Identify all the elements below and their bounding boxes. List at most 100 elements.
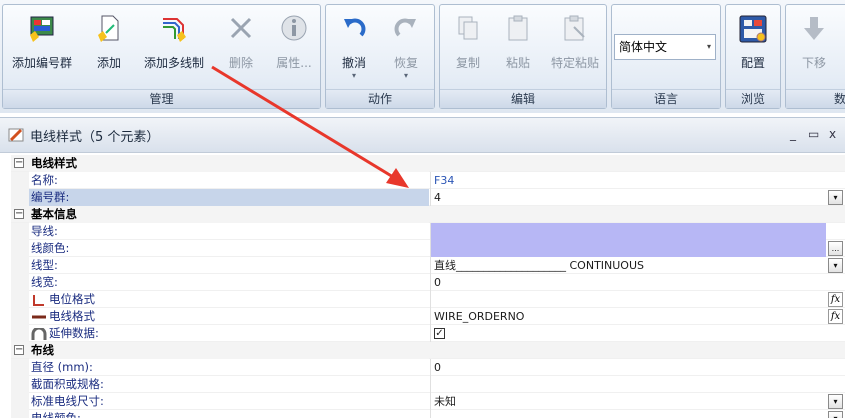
group-browse: 配置 浏览 xyxy=(725,4,781,109)
collapse-toggle-icon[interactable]: − xyxy=(14,345,24,355)
property-value[interactable] xyxy=(430,410,826,418)
arrow-down-icon xyxy=(797,13,831,47)
add-button[interactable]: 添加 xyxy=(87,9,131,79)
delete-button[interactable]: 删除 xyxy=(219,9,263,79)
group-manage-label: 管理 xyxy=(3,89,320,108)
property-value[interactable]: 4 xyxy=(430,189,826,206)
undo-button[interactable]: 撤消 ▾ xyxy=(332,9,376,81)
ribbon-toolbar: 添加编号群 添加 添加多线制 删除 属性... 管理 撤消 ▾ 恢复 ▾ 动作 … xyxy=(0,0,845,113)
property-row-wire-format[interactable]: 电线格式 WIRE_ORDERNO fx xyxy=(11,308,845,325)
property-row-cross-section[interactable]: 截面积或规格: xyxy=(11,376,845,393)
property-value[interactable]: WIRE_ORDERNO xyxy=(430,308,826,325)
property-label: 电位格式 xyxy=(49,292,95,306)
undo-label: 撤消 xyxy=(341,56,366,70)
extended-data-icon xyxy=(31,326,47,340)
config-label: 配置 xyxy=(740,56,765,70)
property-row-line-type[interactable]: 线型: 直线____________________ CONTINUOUS ▾ xyxy=(11,257,845,274)
dropdown-button[interactable]: ▾ xyxy=(828,190,843,205)
collapse-toggle-icon[interactable]: − xyxy=(14,158,24,168)
redo-button[interactable]: 恢复 ▾ xyxy=(384,9,428,81)
add-multi-wire-button[interactable]: 添加多线制 xyxy=(137,9,211,79)
formula-fx-button[interactable]: fx xyxy=(828,309,843,324)
delete-label: 删除 xyxy=(228,56,253,70)
dropdown-button[interactable]: ▾ xyxy=(828,258,843,273)
row-gutter xyxy=(11,172,29,189)
properties-label: 属性... xyxy=(276,56,312,70)
undo-icon xyxy=(337,13,371,47)
property-value[interactable] xyxy=(430,240,826,257)
language-select[interactable]: 简体中文 ▾ xyxy=(614,34,716,60)
properties-button[interactable]: 属性... xyxy=(269,9,319,79)
property-row-number-group[interactable]: 编号群: 4 ▾ xyxy=(11,189,845,206)
row-gutter xyxy=(11,291,29,308)
row-gutter xyxy=(11,376,29,393)
property-value[interactable] xyxy=(430,223,826,240)
property-row-diameter[interactable]: 直径 (mm): 0 xyxy=(11,359,845,376)
config-button[interactable]: 配置 xyxy=(730,9,776,79)
property-value[interactable]: 0 xyxy=(430,359,826,376)
property-row-wire-color-2[interactable]: 电线颜色: ▾ xyxy=(11,410,845,418)
property-value[interactable] xyxy=(430,376,826,393)
category-wire-style: − 电线样式 xyxy=(11,155,845,172)
paste-label: 粘贴 xyxy=(505,56,530,70)
property-label-with-icon: 延伸数据: xyxy=(29,325,429,342)
property-value[interactable]: 直线____________________ CONTINUOUS xyxy=(430,257,826,274)
paste-special-label: 特定粘贴 xyxy=(550,56,599,70)
group-action-label: 动作 xyxy=(326,89,434,108)
ellipsis-button[interactable]: ... xyxy=(828,241,843,256)
paste-icon xyxy=(501,13,535,47)
add-number-group-label: 添加编号群 xyxy=(11,56,72,70)
property-row-extended-data[interactable]: 延伸数据: ✓ xyxy=(11,325,845,342)
category-label: 基本信息 xyxy=(29,206,429,223)
collapse-toggle-icon[interactable]: − xyxy=(14,209,24,219)
language-select-value: 简体中文 xyxy=(619,40,668,54)
property-value[interactable] xyxy=(430,291,826,308)
property-value[interactable]: F34 xyxy=(430,172,826,189)
restore-button[interactable]: ▭ xyxy=(808,127,819,141)
row-gutter xyxy=(11,240,29,257)
row-gutter xyxy=(11,308,29,325)
property-row-wire-color[interactable]: 线颜色: ... xyxy=(11,240,845,257)
dropdown-button[interactable]: ▾ xyxy=(828,394,843,409)
property-row-conductor[interactable]: 导线: xyxy=(11,223,845,240)
property-label-with-icon: 电位格式 xyxy=(29,291,429,308)
extended-data-checkbox[interactable]: ✓ xyxy=(434,327,445,339)
copy-button[interactable]: 复制 xyxy=(446,9,490,79)
property-label: 线颜色: xyxy=(31,241,70,255)
row-gutter xyxy=(11,189,29,206)
paste-button[interactable]: 粘贴 xyxy=(496,9,540,79)
property-value[interactable]: 未知 xyxy=(430,393,826,410)
row-gutter xyxy=(11,257,29,274)
close-button[interactable]: x xyxy=(829,127,836,141)
copy-label: 复制 xyxy=(455,56,480,70)
potential-icon xyxy=(31,294,47,306)
minimize-button[interactable]: _ xyxy=(790,127,796,141)
move-down-button[interactable]: 下移 xyxy=(790,9,838,79)
row-gutter xyxy=(11,325,29,342)
property-value[interactable]: 0 xyxy=(430,274,826,291)
add-number-group-button[interactable]: 添加编号群 xyxy=(5,9,79,79)
multi-wire-icon xyxy=(157,13,191,47)
property-label: 线型: xyxy=(31,258,58,272)
formula-fx-button[interactable]: fx xyxy=(828,292,843,307)
property-label: 截面积或规格: xyxy=(31,377,104,391)
property-row-line-width[interactable]: 线宽: 0 xyxy=(11,274,845,291)
category-label: 电线样式 xyxy=(29,155,429,172)
property-label: 电线颜色: xyxy=(31,411,81,418)
group-data-label: 数 xyxy=(786,89,845,108)
wire-icon xyxy=(31,311,47,323)
paste-special-button[interactable]: 特定粘贴 xyxy=(544,9,606,79)
property-row-name[interactable]: 名称: F34 xyxy=(11,172,845,189)
property-label: 导线: xyxy=(31,224,58,238)
property-row-standard-size[interactable]: 标准电线尺寸: 未知 ▾ xyxy=(11,393,845,410)
info-icon xyxy=(277,13,311,47)
wire-style-pencil-icon xyxy=(8,126,26,144)
add-label: 添加 xyxy=(96,56,121,70)
redo-dropdown-icon[interactable]: ▾ xyxy=(384,71,428,81)
undo-dropdown-icon[interactable]: ▾ xyxy=(332,71,376,81)
property-row-potential-format[interactable]: 电位格式 fx xyxy=(11,291,845,308)
property-value[interactable]: ✓ xyxy=(430,325,826,342)
redo-icon xyxy=(389,13,423,47)
dropdown-button[interactable]: ▾ xyxy=(828,411,843,418)
move-down-label: 下移 xyxy=(801,56,826,70)
